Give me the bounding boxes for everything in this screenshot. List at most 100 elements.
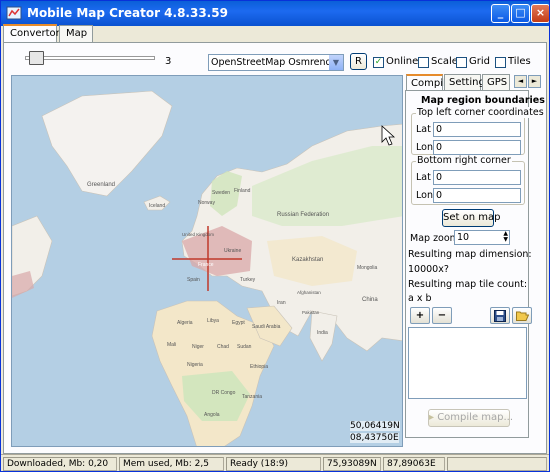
label-chad: Chad	[217, 344, 229, 350]
tile-count-value: a x b	[408, 293, 432, 304]
compile-map-label: Compile map...	[437, 412, 514, 423]
label-uk: United Kingdom	[182, 232, 214, 237]
status-lat: 75,93089N	[323, 457, 381, 471]
bottom-right-lat-label: Lat	[416, 172, 431, 183]
tab-scroll-right-icon[interactable]: ►	[528, 75, 541, 88]
label-kazakhstan: Kazakhstan	[292, 257, 323, 263]
zoom-slider-track[interactable]	[25, 56, 155, 60]
online-checkbox[interactable]: ✓	[373, 57, 384, 68]
scale-checkbox[interactable]	[418, 57, 429, 68]
label-algeria: Algeria	[177, 320, 193, 326]
bottom-right-lat-input[interactable]: 0	[433, 170, 521, 185]
map-zoom-value: 10	[457, 232, 470, 243]
label-norway: Norway	[198, 200, 215, 206]
status-downloaded: Downloaded, Mb: 0,20	[3, 457, 117, 471]
bottom-right-lon-label: Lon	[416, 190, 433, 201]
bottom-right-title: Bottom right corner	[416, 155, 512, 166]
status-lon: 87,89063E	[383, 457, 445, 471]
label-egypt: Egypt	[232, 320, 245, 326]
label-russian-federation: Russian Federation	[277, 212, 329, 218]
window-title: Mobile Map Creator 4.8.33.59	[27, 6, 228, 20]
dimension-value: 10000x?	[408, 264, 449, 275]
label-libya: Libya	[207, 318, 219, 324]
open-folder-icon	[515, 311, 529, 321]
close-icon: ×	[535, 6, 546, 19]
top-left-lat-label: Lat	[416, 124, 431, 135]
top-left-title: Top left corner coordinates	[416, 107, 545, 118]
grid-label: Grid	[469, 56, 490, 67]
label-mali: Mali	[167, 342, 176, 348]
tile-count-label: Resulting map tile count:	[408, 279, 528, 290]
app-icon	[6, 6, 22, 20]
compile-map-button[interactable]: ▸ Compile map...	[428, 409, 514, 427]
zoom-slider-thumb[interactable]	[29, 51, 44, 65]
bottom-right-lon-input[interactable]: 0	[433, 188, 521, 203]
status-ready: Ready (18:9)	[226, 457, 321, 471]
chevron-down-icon[interactable]: ▼	[329, 55, 343, 70]
remove-region-button[interactable]: −	[432, 307, 452, 324]
label-dr-congo: DR Congo	[212, 390, 236, 396]
region-list[interactable]	[408, 327, 527, 399]
save-icon	[494, 310, 506, 322]
maximize-button[interactable]: □	[511, 4, 530, 23]
add-region-button[interactable]: +	[410, 307, 430, 324]
map-region-heading: Map region boundaries	[421, 95, 545, 106]
open-button[interactable]	[512, 307, 532, 324]
label-ethiopia: Ethiopia	[250, 364, 268, 370]
label-finland: Finland	[234, 188, 251, 194]
grid-checkbox[interactable]	[456, 57, 467, 68]
label-pakistan: Pakistan	[302, 310, 320, 315]
label-iceland: Iceland	[149, 203, 165, 209]
bottom-right-group: Bottom right corner Lat 0 Lon 0	[411, 155, 525, 205]
tab-compile[interactable]: Compile	[406, 74, 452, 91]
label-china: China	[362, 297, 378, 303]
map-zoom-label: Map zoom	[410, 233, 459, 244]
spinner-arrows-icon[interactable]: ▲ ▼	[503, 231, 508, 243]
label-tanzania: Tanzania	[242, 394, 262, 400]
label-nigeria: Nigeria	[187, 362, 203, 368]
scale-label: Scale	[431, 56, 458, 67]
close-button[interactable]: ×	[531, 4, 549, 23]
label-spain: Spain	[187, 277, 200, 283]
minimize-icon: _	[497, 6, 504, 19]
label-sweden: Sweden	[212, 190, 230, 196]
map-source-select[interactable]: OpenStreetMap Osmrender ▼	[208, 54, 344, 71]
tiles-checkbox[interactable]	[495, 57, 506, 68]
map-zoom-spinner[interactable]: 10 ▲ ▼	[454, 230, 510, 245]
top-left-lon-input[interactable]: 0	[433, 140, 521, 155]
tiles-label: Tiles	[508, 56, 531, 67]
tab-convertor[interactable]: Convertor	[3, 24, 60, 43]
top-left-lat-input[interactable]: 0	[433, 122, 521, 137]
label-india: India	[317, 330, 328, 336]
refresh-button[interactable]: R	[350, 53, 367, 70]
title-bar[interactable]: Mobile Map Creator 4.8.33.59 _ □ ×	[1, 1, 549, 26]
label-angola: Angola	[204, 412, 220, 418]
status-mem-used: Mem used, Mb: 2,5	[119, 457, 224, 471]
top-left-lon-label: Lon	[416, 142, 433, 153]
tab-settings[interactable]: Settings	[444, 74, 490, 91]
status-bar: Downloaded, Mb: 0,20 Mem used, Mb: 2,5 R…	[1, 454, 549, 471]
app-window: Mobile Map Creator 4.8.33.59 _ □ × Conve…	[0, 0, 550, 472]
label-sudan: Sudan	[237, 344, 252, 350]
set-on-map-button[interactable]: Set on map	[442, 209, 500, 227]
maximize-icon: □	[515, 6, 526, 19]
save-button[interactable]	[490, 307, 510, 324]
minimize-button[interactable]: _	[491, 4, 510, 23]
label-afghanistan: Afghanistan	[297, 290, 321, 295]
top-left-group: Top left corner coordinates Lat 0 Lon 0	[411, 107, 545, 155]
tab-map[interactable]: Map	[59, 25, 93, 43]
map-view[interactable]: Greenland Iceland Sweden Norway Finland …	[11, 75, 403, 447]
dimension-label: Resulting map dimension:	[408, 249, 532, 260]
compile-icon: ▸	[429, 412, 438, 423]
tab-scroll-left-icon[interactable]: ◄	[514, 75, 527, 88]
world-map[interactable]: Greenland Iceland Sweden Norway Finland …	[12, 76, 403, 447]
label-greenland: Greenland	[87, 182, 115, 188]
label-saudi-arabia: Saudi Arabia	[252, 324, 281, 330]
tab-gps[interactable]: GPS	[482, 74, 510, 91]
label-mongolia: Mongolia	[357, 265, 378, 271]
compile-panel: Map region boundaries Top left corner co…	[405, 90, 545, 438]
label-niger: Niger	[192, 344, 204, 350]
online-label: Online	[386, 56, 419, 67]
status-empty	[447, 457, 547, 471]
label-france: France	[198, 262, 214, 268]
